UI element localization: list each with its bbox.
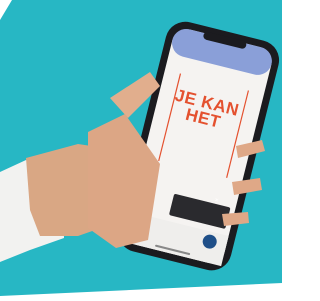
photo-illustration	[0, 0, 282, 301]
photo-scene: JE KAN HET ✕	[0, 0, 282, 301]
close-icon[interactable]: ✕	[214, 197, 220, 204]
